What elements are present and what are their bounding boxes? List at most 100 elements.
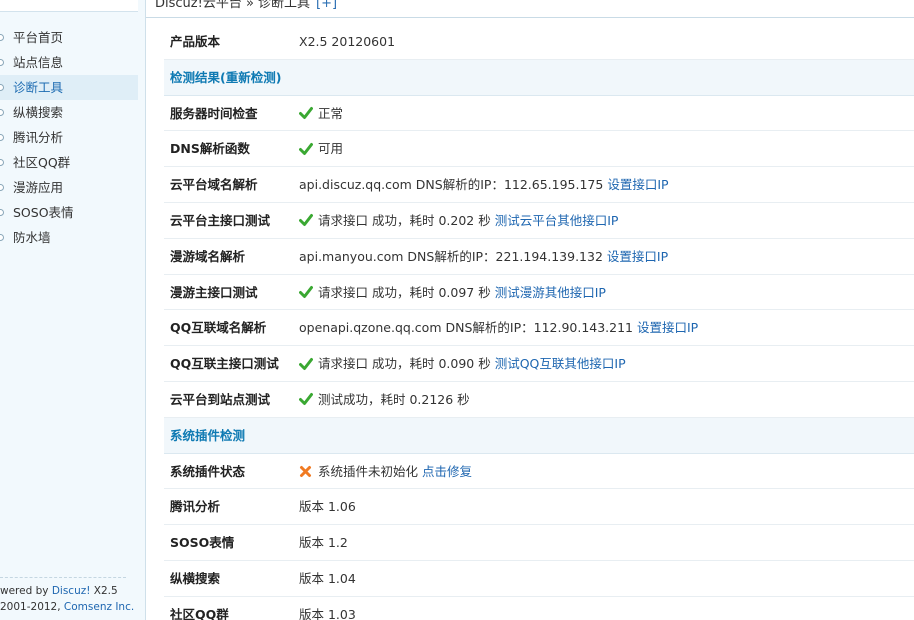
bullet-icon bbox=[0, 184, 4, 191]
section-header: 检测结果(重新检测) bbox=[164, 59, 914, 96]
section-title: 系统插件检测 bbox=[170, 427, 246, 443]
table-row: 纵横搜索 版本 1.04 bbox=[164, 561, 914, 597]
footer-text: wered by bbox=[0, 585, 52, 597]
dns-result-text: api.discuz.qq.com DNS解析的IP：112.65.195.17… bbox=[299, 177, 604, 193]
row-label: 社区QQ群 bbox=[170, 606, 229, 620]
row-label: 系统插件状态 bbox=[170, 463, 246, 479]
row-label: 腾讯分析 bbox=[170, 499, 221, 515]
table-row: 云平台域名解析 api.discuz.qq.com DNS解析的IP：112.6… bbox=[164, 167, 914, 203]
sidebar-footer: wered by Discuz! X2.5 2001-2012, Comsenz… bbox=[0, 577, 134, 615]
table-row: 云平台到站点测试 测试成功，耗时 0.2126 秒 bbox=[164, 382, 914, 418]
bullet-icon bbox=[0, 134, 4, 141]
test-manyou-api-link[interactable]: 测试漫游其他接口IP bbox=[495, 285, 606, 300]
table-row: 漫游主接口测试 请求接口 成功，耗时 0.097 秒 测试漫游其他接口IP bbox=[164, 275, 914, 311]
plugin-version: 版本 1.2 bbox=[299, 535, 348, 551]
table-row: 产品版本 X2.5 20120601 bbox=[164, 24, 914, 60]
bullet-icon bbox=[0, 159, 4, 166]
table-row: 腾讯分析 版本 1.06 bbox=[164, 489, 914, 526]
sidebar-item-firewall[interactable]: 防水墙 bbox=[0, 225, 138, 250]
set-api-ip-link[interactable]: 设置接口IP bbox=[637, 320, 698, 335]
status-text: 测试成功，耗时 0.2126 秒 bbox=[318, 391, 470, 407]
row-value: 测试成功，耗时 0.2126 秒 bbox=[299, 382, 470, 417]
sidebar-item-search[interactable]: 纵横搜索 bbox=[0, 100, 138, 125]
row-label: DNS解析函数 bbox=[170, 141, 250, 157]
sidebar-item-tencent-analytics[interactable]: 腾讯分析 bbox=[0, 125, 138, 150]
table-row: QQ互联主接口测试 请求接口 成功，耗时 0.090 秒 测试QQ互联其他接口I… bbox=[164, 346, 914, 382]
row-value: 请求接口 成功，耗时 0.090 秒 测试QQ互联其他接口IP bbox=[299, 346, 626, 381]
status-text: 正常 bbox=[318, 105, 344, 121]
breadcrumb-add-button[interactable]: [+] bbox=[316, 0, 337, 11]
plugin-version: 版本 1.03 bbox=[299, 606, 356, 620]
diagnostics-table: 产品版本 X2.5 20120601 检测结果(重新检测) 服务器时间检查 正常… bbox=[164, 24, 914, 620]
set-api-ip-link[interactable]: 设置接口IP bbox=[607, 249, 668, 264]
status-text: 系统插件未初始化 bbox=[318, 463, 419, 479]
sidebar-item-site-info[interactable]: 站点信息 bbox=[0, 50, 138, 75]
sidebar-item-label: SOSO表情 bbox=[13, 205, 74, 220]
row-label: 云平台到站点测试 bbox=[170, 391, 271, 407]
sidebar-item-diagnostics[interactable]: 诊断工具 bbox=[0, 75, 138, 100]
sidebar-item-qq-group[interactable]: 社区QQ群 bbox=[0, 150, 138, 175]
bullet-icon bbox=[0, 234, 4, 241]
bullet-icon bbox=[0, 209, 4, 216]
table-row: SOSO表情 版本 1.2 bbox=[164, 525, 914, 561]
status-text: 请求接口 成功，耗时 0.097 秒 bbox=[318, 284, 491, 300]
sidebar-top-bar bbox=[0, 0, 138, 12]
sidebar-item-label: 站点信息 bbox=[13, 55, 64, 70]
breadcrumb-text: Discuz!云平台 » 诊断工具 bbox=[155, 0, 311, 11]
row-value: 系统插件未初始化 点击修复 bbox=[299, 454, 472, 489]
sidebar: 平台首页 站点信息 诊断工具 纵横搜索 腾讯分析 社区QQ群 漫游应用 SOSO… bbox=[0, 0, 146, 620]
table-row: 云平台主接口测试 请求接口 成功，耗时 0.202 秒 测试云平台其他接口IP bbox=[164, 203, 914, 239]
sidebar-item-label: 平台首页 bbox=[13, 30, 64, 45]
test-cloud-api-link[interactable]: 测试云平台其他接口IP bbox=[495, 213, 619, 228]
check-icon bbox=[299, 286, 313, 299]
repair-link[interactable]: 点击修复 bbox=[422, 464, 472, 479]
comsenz-link[interactable]: Comsenz Inc. bbox=[64, 601, 134, 613]
row-label: 服务器时间检查 bbox=[170, 105, 258, 121]
sidebar-item-manyou-apps[interactable]: 漫游应用 bbox=[0, 175, 138, 200]
check-icon bbox=[299, 393, 313, 406]
status-text: 请求接口 成功，耗时 0.202 秒 bbox=[318, 212, 491, 228]
discuz-link[interactable]: Discuz! bbox=[52, 585, 91, 597]
row-label: 云平台域名解析 bbox=[170, 177, 258, 193]
row-label: 产品版本 bbox=[170, 34, 221, 49]
dns-result-text: openapi.qzone.qq.com DNS解析的IP：112.90.143… bbox=[299, 320, 634, 336]
sidebar-item-label: 社区QQ群 bbox=[13, 155, 71, 170]
row-label: SOSO表情 bbox=[170, 535, 235, 551]
cross-icon bbox=[300, 465, 311, 477]
check-icon bbox=[299, 142, 313, 155]
table-row: QQ互联域名解析 openapi.qzone.qq.com DNS解析的IP：1… bbox=[164, 310, 914, 347]
status-text: 请求接口 成功，耗时 0.090 秒 bbox=[318, 356, 491, 372]
table-row: 服务器时间检查 正常 bbox=[164, 96, 914, 132]
sidebar-item-label: 腾讯分析 bbox=[13, 130, 64, 145]
row-label: 云平台主接口测试 bbox=[170, 212, 271, 228]
product-version: X2.5 20120601 bbox=[299, 34, 396, 49]
sidebar-item-label: 诊断工具 bbox=[13, 80, 64, 95]
test-qq-api-link[interactable]: 测试QQ互联其他接口IP bbox=[495, 356, 626, 371]
dns-result-text: api.manyou.com DNS解析的IP：221.194.139.132 bbox=[299, 248, 603, 264]
plugin-version: 版本 1.04 bbox=[299, 570, 356, 586]
bullet-icon bbox=[0, 59, 4, 66]
row-value: 正常 bbox=[299, 96, 343, 131]
sidebar-item-label: 漫游应用 bbox=[13, 180, 64, 195]
row-value: openapi.qzone.qq.com DNS解析的IP：112.90.143… bbox=[299, 310, 698, 345]
bullet-icon bbox=[0, 84, 4, 91]
section-title[interactable]: 检测结果(重新检测) bbox=[170, 60, 281, 95]
breadcrumb-bar: Discuz!云平台 » 诊断工具 [+] bbox=[146, 0, 914, 18]
row-label: 漫游域名解析 bbox=[170, 248, 246, 264]
footer-version: X2.5 bbox=[90, 585, 118, 597]
sidebar-item-label: 纵横搜索 bbox=[13, 105, 64, 120]
bullet-icon bbox=[0, 34, 4, 41]
sidebar-item-home[interactable]: 平台首页 bbox=[0, 25, 138, 50]
row-value: 请求接口 成功，耗时 0.097 秒 测试漫游其他接口IP bbox=[299, 275, 606, 310]
check-icon bbox=[299, 357, 313, 370]
row-value: api.discuz.qq.com DNS解析的IP：112.65.195.17… bbox=[299, 167, 669, 202]
footer-copyright: 2001-2012, Comsenz Inc. bbox=[0, 599, 134, 615]
sidebar-item-soso-emoji[interactable]: SOSO表情 bbox=[0, 200, 138, 225]
footer-years: 2001-2012, bbox=[0, 601, 64, 613]
set-api-ip-link[interactable]: 设置接口IP bbox=[607, 177, 668, 192]
footer-powered-by: wered by Discuz! X2.5 bbox=[0, 583, 126, 599]
row-value: 请求接口 成功，耗时 0.202 秒 测试云平台其他接口IP bbox=[299, 203, 618, 238]
status-text: 可用 bbox=[318, 141, 344, 157]
row-value: api.manyou.com DNS解析的IP：221.194.139.132 … bbox=[299, 239, 668, 274]
section-header: 系统插件检测 bbox=[164, 417, 914, 454]
